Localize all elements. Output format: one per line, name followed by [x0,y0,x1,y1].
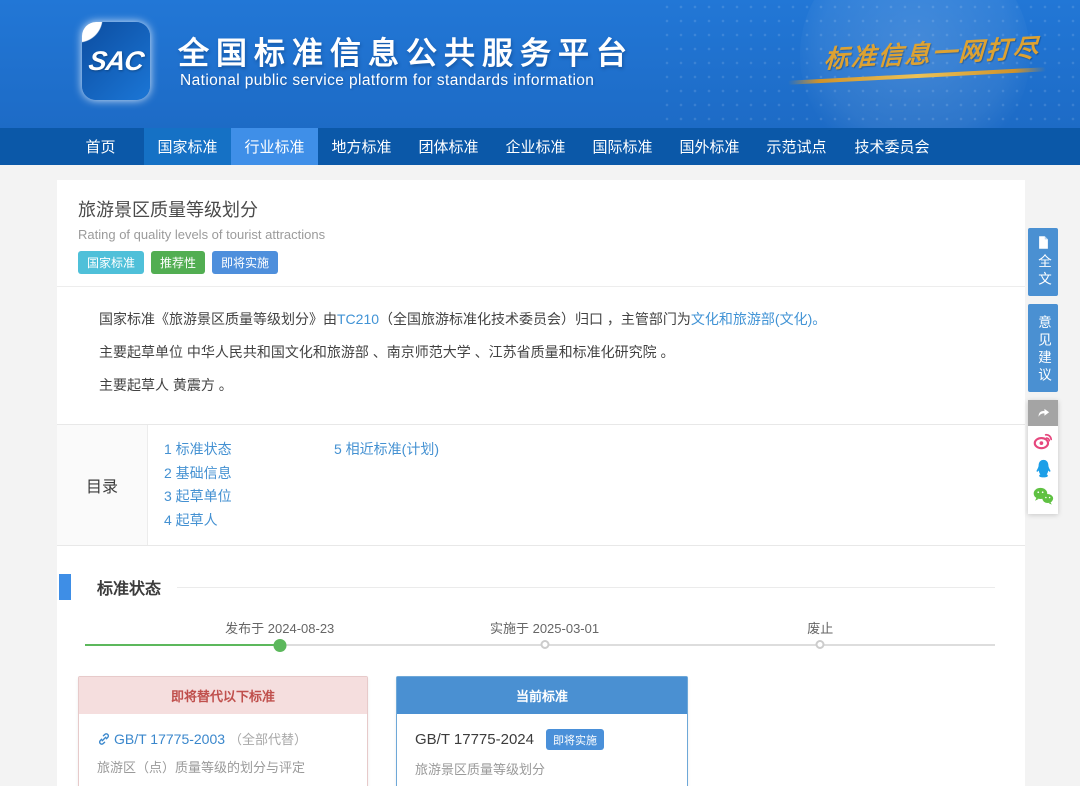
nav-item-group-standards[interactable]: 团体标准 [405,128,492,165]
full-text-button[interactable]: 全文 [1028,228,1058,296]
summary-paragraph-3: 主要起草人 黄震方 。 [99,369,995,402]
page-root: SAC 全国标准信息公共服务平台 National public service… [0,0,1080,786]
summary-paragraph-2: 主要起草单位 中华人民共和国文化和旅游部 、南京师范大学 、江苏省质量和标准化研… [99,336,995,369]
replaced-card-header: 即将替代以下标准 [79,677,367,714]
badge-national-standard: 国家标准 [78,251,144,274]
nav-item-foreign-standards[interactable]: 国外标准 [666,128,753,165]
toc-link-standard-status[interactable]: 1 标准状态 [164,438,334,462]
summary-paragraph-1: 国家标准《旅游景区质量等级划分》由TC210（全国旅游标准化技术委员会）归口 ，… [99,303,995,336]
share-button[interactable] [1028,400,1058,426]
standard-summary: 国家标准《旅游景区质量等级划分》由TC210（全国旅游标准化技术委员会）归口 ，… [57,287,1025,406]
timeline-label-implemented: 实施于 2025-03-01 [490,618,599,637]
current-standard-name: 旅游景区质量等级划分 [415,759,669,778]
replaced-standard-line: GB/T 17775-2003 （全部代替） [97,729,349,748]
toc-link-basic-info[interactable]: 2 基础信息 [164,462,334,486]
timeline-dot-abolished [816,640,825,649]
nav-item-pilot-demo[interactable]: 示范试点 [753,128,840,165]
site-title: 全国标准信息公共服务平台 [178,28,634,73]
weibo-icon [1033,430,1054,451]
nav-item-home[interactable]: 首页 [57,128,144,165]
current-standard-number: GB/T 17775-2024 [415,731,534,748]
ministry-link[interactable]: 文化和旅游部(文化)。 [691,311,826,327]
toc-links: 1 标准状态 2 基础信息 3 起草单位 4 起草人 5 相近标准(计划) [148,425,504,545]
standard-cards: 即将替代以下标准 GB/T 17775-2003 （全部代替） 旅游区（点）质量… [57,662,1025,786]
document-icon [1036,235,1051,250]
sac-logo[interactable]: SAC [82,22,150,100]
section-accent-bar [59,574,71,600]
table-of-contents: 目录 1 标准状态 2 基础信息 3 起草单位 4 起草人 5 相近标准(计划) [57,424,1025,546]
full-text-label: 全文 [1033,254,1053,289]
chain-link-icon [97,732,111,746]
timeline-label-published: 发布于 2024-08-23 [225,618,334,637]
site-header: SAC 全国标准信息公共服务平台 National public service… [0,0,1080,128]
current-standard-card: 当前标准 GB/T 17775-2024 即将实施 旅游景区质量等级划分 [396,676,688,786]
current-standard-line: GB/T 17775-2024 即将实施 [415,729,669,750]
replaced-standard-name: 旅游区（点）质量等级的划分与评定 [97,757,349,776]
feedback-label: 意见建议 [1033,315,1053,385]
toc-link-drafting-units[interactable]: 3 起草单位 [164,485,334,509]
badge-upcoming-implementation: 即将实施 [212,251,278,274]
status-section-header: 标准状态 [57,574,1025,600]
main-nav: 首页 国家标准 行业标准 地方标准 团体标准 企业标准 国际标准 国外标准 示范… [0,128,1080,165]
nav-item-technical-committee[interactable]: 技术委员会 [840,128,944,165]
replaced-standard-link[interactable]: GB/T 17775-2003 [97,731,225,747]
sac-logo-text: SAC [87,46,145,77]
nav-item-enterprise-standards[interactable]: 企业标准 [492,128,579,165]
site-subtitle: National public service platform for sta… [180,72,594,90]
replaced-note: （全部代替） [229,729,307,748]
summary-text: （全国旅游标准化技术委员会）归口 ，主管部门为 [379,311,691,327]
feedback-button[interactable]: 意见建议 [1028,304,1058,392]
status-timeline: 发布于 2024-08-23 实施于 2025-03-01 废止 [85,604,995,662]
section-rule [177,587,995,588]
floating-side-rail: 全文 意见建议 [1028,228,1058,514]
replaced-standard-card: 即将替代以下标准 GB/T 17775-2003 （全部代替） 旅游区（点）质量… [78,676,368,786]
nav-item-industry-standards[interactable]: 行业标准 [231,128,318,165]
toc-link-similar-standards[interactable]: 5 相近标准(计划) [334,438,504,462]
timeline-dot-implemented [540,640,549,649]
badge-recommended: 推荐性 [151,251,205,274]
wechat-share-button[interactable] [1028,482,1058,510]
badge-row: 国家标准 推荐性 即将实施 [78,251,1005,274]
page-title: 旅游景区质量等级划分 [78,196,1005,222]
wechat-icon [1032,485,1054,507]
toc-label: 目录 [57,425,148,545]
nav-item-international-standards[interactable]: 国际标准 [579,128,666,165]
replaced-card-body: GB/T 17775-2003 （全部代替） 旅游区（点）质量等级的划分与评定 [79,714,367,786]
share-icon [1036,406,1051,421]
current-standard-badge: 即将实施 [546,729,604,750]
content-panel: 旅游景区质量等级划分 Rating of quality levels of t… [57,180,1025,786]
title-block: 旅游景区质量等级划分 Rating of quality levels of t… [57,180,1025,287]
summary-text: 国家标准《旅游景区质量等级划分》由 [99,311,337,327]
timeline-completed-segment [85,644,280,646]
current-card-header: 当前标准 [397,677,687,714]
qq-share-button[interactable] [1028,454,1058,482]
toc-column-2: 5 相近标准(计划) [334,438,504,532]
status-section-title: 标准状态 [97,575,161,599]
nav-item-local-standards[interactable]: 地方标准 [318,128,405,165]
tc210-link[interactable]: TC210 [337,311,379,327]
weibo-share-button[interactable] [1028,426,1058,454]
qq-icon [1033,458,1054,479]
replaced-standard-number: GB/T 17775-2003 [114,731,225,747]
timeline-label-abolished: 废止 [807,618,833,637]
toc-column-1: 1 标准状态 2 基础信息 3 起草单位 4 起草人 [164,438,334,532]
share-panel [1028,400,1058,514]
timeline-dot-published [273,639,286,652]
current-card-body: GB/T 17775-2024 即将实施 旅游景区质量等级划分 [397,714,687,786]
nav-item-national-standards[interactable]: 国家标准 [144,128,231,165]
page-subtitle-en: Rating of quality levels of tourist attr… [78,227,1005,242]
toc-link-drafters[interactable]: 4 起草人 [164,509,334,533]
